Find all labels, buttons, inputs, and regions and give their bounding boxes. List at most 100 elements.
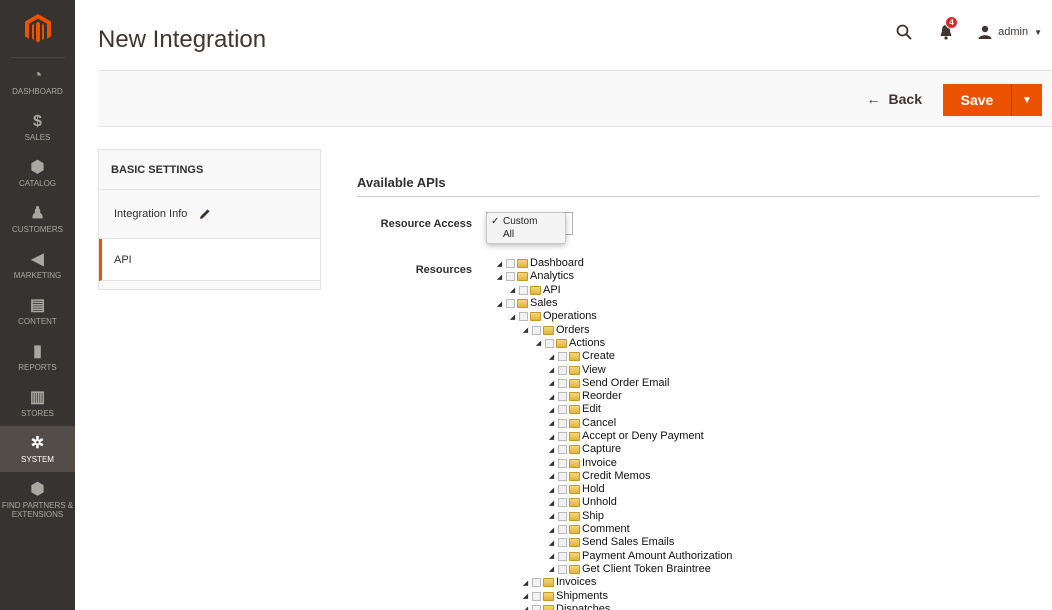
tree-node-label[interactable]: Payment Amount Authorization [582, 550, 732, 563]
tree-node-label[interactable]: Send Order Email [582, 377, 669, 390]
tree-checkbox[interactable] [558, 365, 567, 375]
tree-node-label[interactable]: Create [582, 350, 615, 363]
tree-expand-icon[interactable]: ◢ [548, 366, 555, 374]
tree-checkbox[interactable] [558, 485, 567, 495]
tree-expand-icon[interactable]: ◢ [548, 379, 555, 387]
tree-node-label[interactable]: Dispatches [556, 603, 610, 610]
tree-node-label[interactable]: Comment [582, 523, 630, 536]
tree-node-label[interactable]: Get Client Token Braintree [582, 563, 711, 576]
admin-user-menu[interactable]: admin ▼ [978, 25, 1042, 39]
tree-expand-icon[interactable]: ◢ [548, 486, 555, 494]
tab-integration-info[interactable]: Integration Info [99, 190, 320, 239]
tree-checkbox[interactable] [558, 471, 567, 481]
tree-checkbox[interactable] [558, 458, 567, 468]
tree-expand-icon[interactable]: ◢ [548, 472, 555, 480]
tree-expand-icon[interactable]: ◢ [496, 300, 503, 308]
tree-checkbox[interactable] [558, 538, 567, 548]
tree-expand-icon[interactable]: ◢ [496, 273, 503, 281]
tree-expand-icon[interactable]: ◢ [509, 286, 516, 294]
sidebar-item-find[interactable]: ⬢ FIND PARTNERS & EXTENSIONS [0, 472, 75, 528]
tree-checkbox[interactable] [545, 338, 554, 348]
tree-node-label[interactable]: Invoice [582, 457, 617, 470]
tree-expand-icon[interactable]: ◢ [522, 605, 529, 610]
tree-expand-icon[interactable]: ◢ [509, 313, 516, 321]
tree-expand-icon[interactable]: ◢ [548, 459, 555, 467]
tree-node-label[interactable]: View [582, 364, 606, 377]
tree-checkbox[interactable] [558, 551, 567, 561]
tree-checkbox[interactable] [558, 405, 567, 415]
tree-expand-icon[interactable]: ◢ [522, 592, 529, 600]
tree-node-label[interactable]: Cancel [582, 417, 616, 430]
tree-expand-icon[interactable]: ◢ [548, 353, 555, 361]
tree-expand-icon[interactable]: ◢ [548, 446, 555, 454]
tree-expand-icon[interactable]: ◢ [548, 433, 555, 441]
tree-expand-icon[interactable]: ◢ [535, 339, 542, 347]
tree-checkbox[interactable] [558, 432, 567, 441]
tree-node-label[interactable]: Actions [569, 337, 605, 350]
tree-node-label[interactable]: Shipments [556, 590, 608, 603]
sidebar-item-catalog[interactable]: ⬢ CATALOG [0, 150, 75, 196]
tree-node-label[interactable]: API [543, 284, 561, 297]
sidebar-item-stores[interactable]: ▥ STORES [0, 380, 75, 426]
tree-node-label[interactable]: Unhold [582, 496, 617, 509]
tab-api[interactable]: API [99, 239, 320, 281]
sidebar-item-sales[interactable]: $ SALES [0, 104, 75, 150]
tree-node-label[interactable]: Hold [582, 483, 605, 496]
tree-checkbox[interactable] [558, 498, 567, 508]
tree-node-label[interactable]: Invoices [556, 576, 596, 589]
tree-checkbox[interactable] [558, 392, 567, 402]
save-button[interactable]: Save [943, 84, 1012, 116]
search-icon[interactable] [894, 22, 914, 42]
tree-checkbox[interactable] [558, 445, 567, 455]
tree-checkbox[interactable] [558, 525, 567, 535]
tree-expand-icon[interactable]: ◢ [548, 406, 555, 414]
tree-node-label[interactable]: Reorder [582, 390, 622, 403]
sidebar-item-content[interactable]: ▤ CONTENT [0, 288, 75, 334]
tree-expand-icon[interactable]: ◢ [548, 552, 555, 560]
tree-checkbox[interactable] [558, 352, 567, 362]
tree-checkbox[interactable] [532, 325, 541, 335]
notifications-bell[interactable]: 4 [936, 16, 959, 42]
tree-node-label[interactable]: Send Sales Emails [582, 536, 674, 549]
tree-node-label[interactable]: Accept or Deny Payment [582, 430, 704, 443]
option-all[interactable]: All [487, 228, 565, 241]
tree-expand-icon[interactable]: ◢ [548, 512, 555, 520]
tree-checkbox[interactable] [506, 272, 515, 282]
back-button[interactable]: ← Back [867, 91, 922, 107]
sidebar-item-customers[interactable]: ♟ CUSTOMERS [0, 196, 75, 242]
tree-node-label[interactable]: Sales [530, 297, 558, 310]
tree-checkbox[interactable] [558, 378, 567, 388]
tree-node-label[interactable]: Analytics [530, 270, 574, 283]
tree-node-label[interactable]: Capture [582, 443, 621, 456]
tree-checkbox[interactable] [558, 564, 567, 574]
tree-expand-icon[interactable]: ◢ [522, 579, 529, 587]
tree-checkbox[interactable] [506, 299, 515, 309]
tree-expand-icon[interactable]: ◢ [548, 499, 555, 507]
tree-expand-icon[interactable]: ◢ [496, 260, 503, 268]
save-options-toggle[interactable]: ▼ [1012, 84, 1042, 116]
tree-node-label[interactable]: Credit Memos [582, 470, 650, 483]
tree-node-label[interactable]: Operations [543, 310, 597, 323]
tree-checkbox[interactable] [532, 591, 541, 601]
tree-checkbox[interactable] [519, 285, 528, 295]
sidebar-item-reports[interactable]: ▮ REPORTS [0, 334, 75, 380]
tree-checkbox[interactable] [532, 604, 541, 610]
tree-node-label[interactable]: Orders [556, 324, 590, 337]
option-custom[interactable]: ✓ Custom [487, 215, 565, 228]
sidebar-item-dashboard[interactable]: ◔ DASHBOARD [0, 58, 75, 104]
tree-node-label[interactable]: Dashboard [530, 257, 584, 270]
sidebar-item-system[interactable]: ✲ SYSTEM [0, 426, 75, 472]
tree-node-label[interactable]: Edit [582, 403, 601, 416]
tree-checkbox[interactable] [532, 578, 541, 588]
tree-expand-icon[interactable]: ◢ [548, 419, 555, 427]
tree-checkbox[interactable] [506, 259, 515, 269]
tree-expand-icon[interactable]: ◢ [548, 526, 555, 534]
tree-expand-icon[interactable]: ◢ [548, 539, 555, 547]
tree-node-label[interactable]: Ship [582, 510, 604, 523]
tree-checkbox[interactable] [558, 511, 567, 521]
tree-expand-icon[interactable]: ◢ [548, 565, 555, 573]
tree-expand-icon[interactable]: ◢ [548, 393, 555, 401]
tree-checkbox[interactable] [558, 418, 567, 428]
magento-logo[interactable] [10, 0, 65, 58]
tree-expand-icon[interactable]: ◢ [522, 326, 529, 334]
